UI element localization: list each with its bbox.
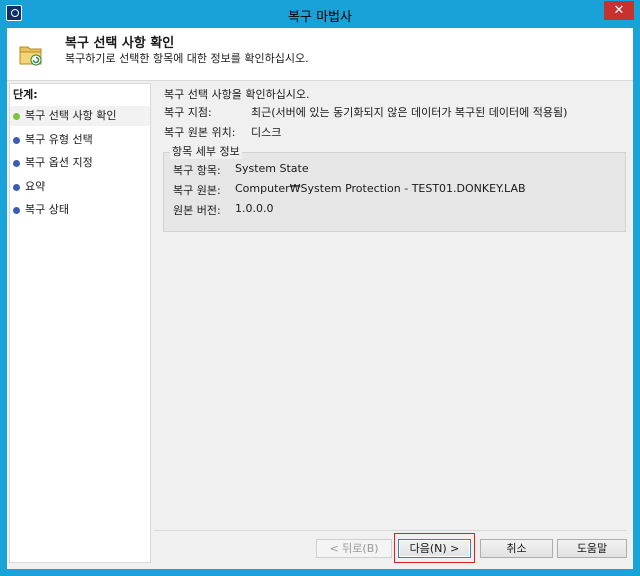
window-title: 복구 마법사 <box>288 10 352 25</box>
recovery-wizard-window: 복구 마법사 ✕ 복구 선택 사항 확인 복구하기로 선택한 항목에 대한 정보… <box>0 0 640 576</box>
step-label: 요약 <box>25 180 46 193</box>
source-location-value: 디스크 <box>251 126 282 139</box>
wizard-header: 복구 선택 사항 확인 복구하기로 선택한 항목에 대한 정보를 확인하십시오. <box>7 28 633 81</box>
step-confirm-selection[interactable]: 복구 선택 사항 확인 <box>10 106 150 126</box>
wizard-client-area: 복구 선택 사항 확인 복구하기로 선택한 항목에 대한 정보를 확인하십시오.… <box>7 28 633 569</box>
item-details-title: 항목 세부 정보 <box>170 143 242 159</box>
step-label: 복구 상태 <box>25 203 69 216</box>
steps-panel: 단계: 복구 선택 사항 확인 복구 유형 선택 복구 옵션 지정 요약 복구 … <box>9 83 151 563</box>
step-recovery-type[interactable]: 복구 유형 선택 <box>10 130 150 150</box>
item-value: System State <box>235 162 309 175</box>
destination-label: 복구 지점: <box>164 106 212 119</box>
item-details-group: 복구 항목: System State 복구 원본: Computer₩Syst… <box>163 152 626 232</box>
step-recovery-status[interactable]: 복구 상태 <box>10 200 150 220</box>
origin-value: Computer₩System Protection - TEST01.DONK… <box>235 182 526 195</box>
step-status-icon <box>13 207 20 214</box>
folder-restore-icon <box>19 46 42 66</box>
origin-label: 복구 원본: <box>173 184 221 197</box>
step-label: 복구 유형 선택 <box>25 133 93 146</box>
version-label: 원본 버전: <box>173 204 221 217</box>
page-title: 복구 선택 사항 확인 <box>65 36 175 51</box>
close-button[interactable]: ✕ <box>604 1 634 20</box>
version-value: 1.0.0.0 <box>235 202 274 215</box>
step-label: 복구 옵션 지정 <box>25 156 93 169</box>
step-recovery-options[interactable]: 복구 옵션 지정 <box>10 153 150 173</box>
cancel-button[interactable]: 취소 <box>480 539 553 558</box>
page-description: 복구하기로 선택한 항목에 대한 정보를 확인하십시오. <box>65 52 309 65</box>
step-status-icon <box>13 160 20 167</box>
step-status-icon <box>13 184 20 191</box>
next-button[interactable]: 다음(N) > <box>398 539 471 558</box>
steps-heading: 단계: <box>13 88 38 101</box>
step-status-icon <box>13 113 20 120</box>
back-button[interactable]: < 뒤로(B) <box>316 539 392 558</box>
step-status-icon <box>13 137 20 144</box>
title-bar[interactable]: 복구 마법사 ✕ <box>0 0 640 28</box>
intro-text: 복구 선택 사항을 확인하십시오. <box>164 88 310 101</box>
destination-value: 최근(서버에 있는 동기화되지 않은 데이터가 복구된 데이터에 적용됨) <box>251 106 568 119</box>
item-label: 복구 항목: <box>173 164 221 177</box>
source-location-label: 복구 원본 위치: <box>164 126 236 139</box>
help-button[interactable]: 도움말 <box>557 539 627 558</box>
step-label: 복구 선택 사항 확인 <box>25 109 117 122</box>
step-summary[interactable]: 요약 <box>10 177 150 197</box>
content-panel: 복구 선택 사항을 확인하십시오. 복구 지점: 최근(서버에 있는 동기화되지… <box>156 83 627 530</box>
footer-divider <box>154 530 627 531</box>
